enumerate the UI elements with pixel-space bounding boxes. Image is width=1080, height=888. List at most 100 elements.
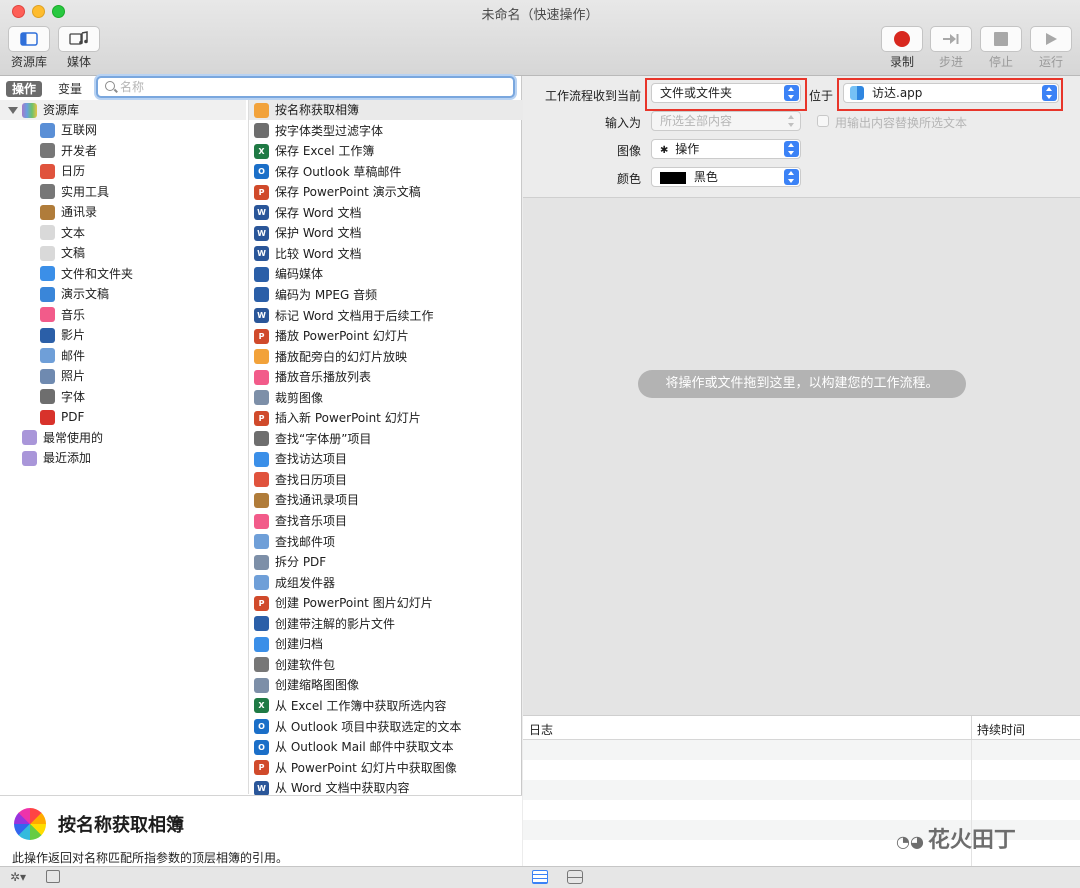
action-item[interactable]: 成组发件器 [249, 573, 523, 593]
action-item-label: 成组发件器 [275, 575, 336, 590]
powerpoint-icon: P [254, 410, 269, 426]
action-item[interactable]: 播放音乐播放列表 [249, 367, 523, 387]
library-item[interactable]: 照片 [40, 366, 85, 386]
action-item[interactable]: O 从 Outlook Mail 邮件中获取文本 [249, 737, 523, 757]
sidebar-icon [20, 32, 38, 46]
stop-button[interactable] [980, 26, 1022, 52]
step-button[interactable] [930, 26, 972, 52]
input-popup[interactable]: 所选全部内容 [651, 111, 801, 131]
search-input[interactable] [120, 79, 500, 95]
library-item[interactable]: 文稿 [40, 243, 85, 263]
action-item[interactable]: 裁剪图像 [249, 388, 523, 408]
media-button[interactable] [58, 26, 100, 52]
action-item-label: 播放 PowerPoint 幻灯片 [275, 329, 409, 344]
log-header: 日志 持续时间 [523, 716, 1080, 740]
action-item[interactable]: 编码媒体 [249, 264, 523, 284]
gear-icon: ✱ [660, 145, 669, 156]
library-item[interactable]: 通讯录 [40, 202, 97, 222]
action-item-label: 按名称获取相簿 [275, 103, 360, 117]
disclosure-triangle-icon[interactable] [8, 106, 18, 114]
action-item[interactable]: 拆分 PDF [249, 552, 523, 572]
mail-icon [254, 575, 269, 591]
library-button[interactable] [8, 26, 50, 52]
library-item[interactable]: PDF [40, 407, 84, 427]
library-item[interactable]: 字体 [40, 387, 85, 407]
run-button[interactable] [1030, 26, 1072, 52]
action-item[interactable]: 按字体类型过滤字体 [249, 121, 523, 141]
preview-icon [254, 677, 269, 693]
library-item[interactable]: 文本 [40, 223, 85, 243]
action-item[interactable]: P 保存 PowerPoint 演示文稿 [249, 182, 523, 202]
stop-label: 停止 [988, 55, 1013, 69]
input-value: 所选全部内容 [660, 114, 733, 128]
action-item[interactable]: W 比较 Word 文档 [249, 244, 523, 264]
action-description-panel: 按名称获取相簿 此操作返回对名称匹配所指参数的顶层相簿的引用。 [0, 795, 522, 870]
action-item[interactable]: O 从 Outlook 项目中获取选定的文本 [249, 717, 523, 737]
action-item[interactable]: 查找邮件项 [249, 532, 523, 552]
action-item[interactable]: 查找日历项目 [249, 470, 523, 490]
action-item[interactable]: 查找音乐项目 [249, 511, 523, 531]
action-item[interactable]: 创建归档 [249, 634, 523, 654]
library-item[interactable]: 影片 [40, 325, 85, 345]
gear-menu-icon[interactable]: ✲▾ [10, 870, 26, 884]
action-item[interactable]: 编码为 MPEG 音频 [249, 285, 523, 305]
duration-column-header[interactable]: 持续时间 [977, 721, 1025, 738]
action-item[interactable]: 按名称获取相簿 [249, 100, 523, 120]
action-item[interactable]: P 播放 PowerPoint 幻灯片 [249, 326, 523, 346]
contacts-icon [254, 492, 269, 508]
library-item[interactable]: 日历 [40, 161, 85, 181]
finder-icon [254, 451, 269, 467]
search-field[interactable] [96, 76, 515, 98]
library-root-row[interactable]: 资源库 [0, 100, 246, 120]
run-label: 运行 [1038, 55, 1063, 69]
action-item[interactable]: 播放配旁白的幻灯片放映 [249, 347, 523, 367]
library-item[interactable]: 音乐 [40, 305, 85, 325]
smart-folder-item[interactable]: 最近添加 [22, 448, 91, 468]
tab-actions[interactable]: 操作 [6, 81, 43, 97]
action-item[interactable]: P 创建 PowerPoint 图片幻灯片 [249, 593, 523, 613]
library-item-label: 日历 [61, 164, 86, 178]
action-item[interactable]: 查找“字体册”项目 [249, 429, 523, 449]
library-item[interactable]: 实用工具 [40, 182, 109, 202]
log-view-icon[interactable] [567, 870, 583, 884]
library-item[interactable]: 邮件 [40, 346, 85, 366]
action-item[interactable]: W 保护 Word 文档 [249, 223, 523, 243]
action-item[interactable]: 查找通讯录项目 [249, 490, 523, 510]
action-item[interactable]: W 标记 Word 文档用于后续工作 [249, 306, 523, 326]
library-item-label: 影片 [61, 328, 86, 342]
column-divider[interactable] [971, 716, 972, 740]
mail-icon [254, 534, 269, 550]
workflow-canvas[interactable]: 将操作或文件拖到这里，以构建您的工作流程。 [523, 198, 1080, 715]
word-icon: W [254, 225, 269, 241]
action-item[interactable]: W 保存 Word 文档 [249, 203, 523, 223]
color-popup[interactable]: 黑色 [651, 167, 801, 187]
library-item[interactable]: 开发者 [40, 141, 97, 161]
action-item[interactable]: 创建带注解的影片文件 [249, 614, 523, 634]
library-item[interactable]: 演示文稿 [40, 284, 109, 304]
log-row [523, 800, 1080, 820]
action-item[interactable]: 查找访达项目 [249, 449, 523, 469]
action-item[interactable]: O 保存 Outlook 草稿邮件 [249, 162, 523, 182]
record-button[interactable] [881, 26, 923, 52]
library-item[interactable]: 互联网 [40, 120, 97, 140]
list-view-icon[interactable] [532, 870, 548, 884]
tab-variables[interactable]: 变量 [52, 81, 88, 97]
action-item[interactable]: X 保存 Excel 工作簿 [249, 141, 523, 161]
image-popup[interactable]: ✱ 操作 [651, 139, 801, 159]
finder-icon [40, 266, 55, 281]
action-item[interactable]: P 插入新 PowerPoint 幻灯片 [249, 408, 523, 428]
smart-folder-item[interactable]: 最常使用的 [22, 428, 103, 448]
replace-checkbox[interactable] [817, 115, 829, 127]
show-description-icon[interactable] [46, 870, 60, 883]
globe-icon [40, 122, 55, 138]
drop-hint: 将操作或文件拖到这里，以构建您的工作流程。 [638, 370, 966, 398]
preview-icon [254, 554, 269, 570]
powerpoint-icon: P [254, 595, 269, 611]
library-item[interactable]: 文件和文件夹 [40, 264, 133, 284]
action-item[interactable]: X 从 Excel 工作簿中获取所选内容 [249, 696, 523, 716]
action-item[interactable]: P 从 PowerPoint 幻灯片中获取图像 [249, 758, 523, 778]
log-column-header[interactable]: 日志 [529, 721, 553, 738]
action-item[interactable]: 创建软件包 [249, 655, 523, 675]
action-item[interactable]: 创建缩略图图像 [249, 675, 523, 695]
library-item-label: 文稿 [61, 246, 86, 260]
